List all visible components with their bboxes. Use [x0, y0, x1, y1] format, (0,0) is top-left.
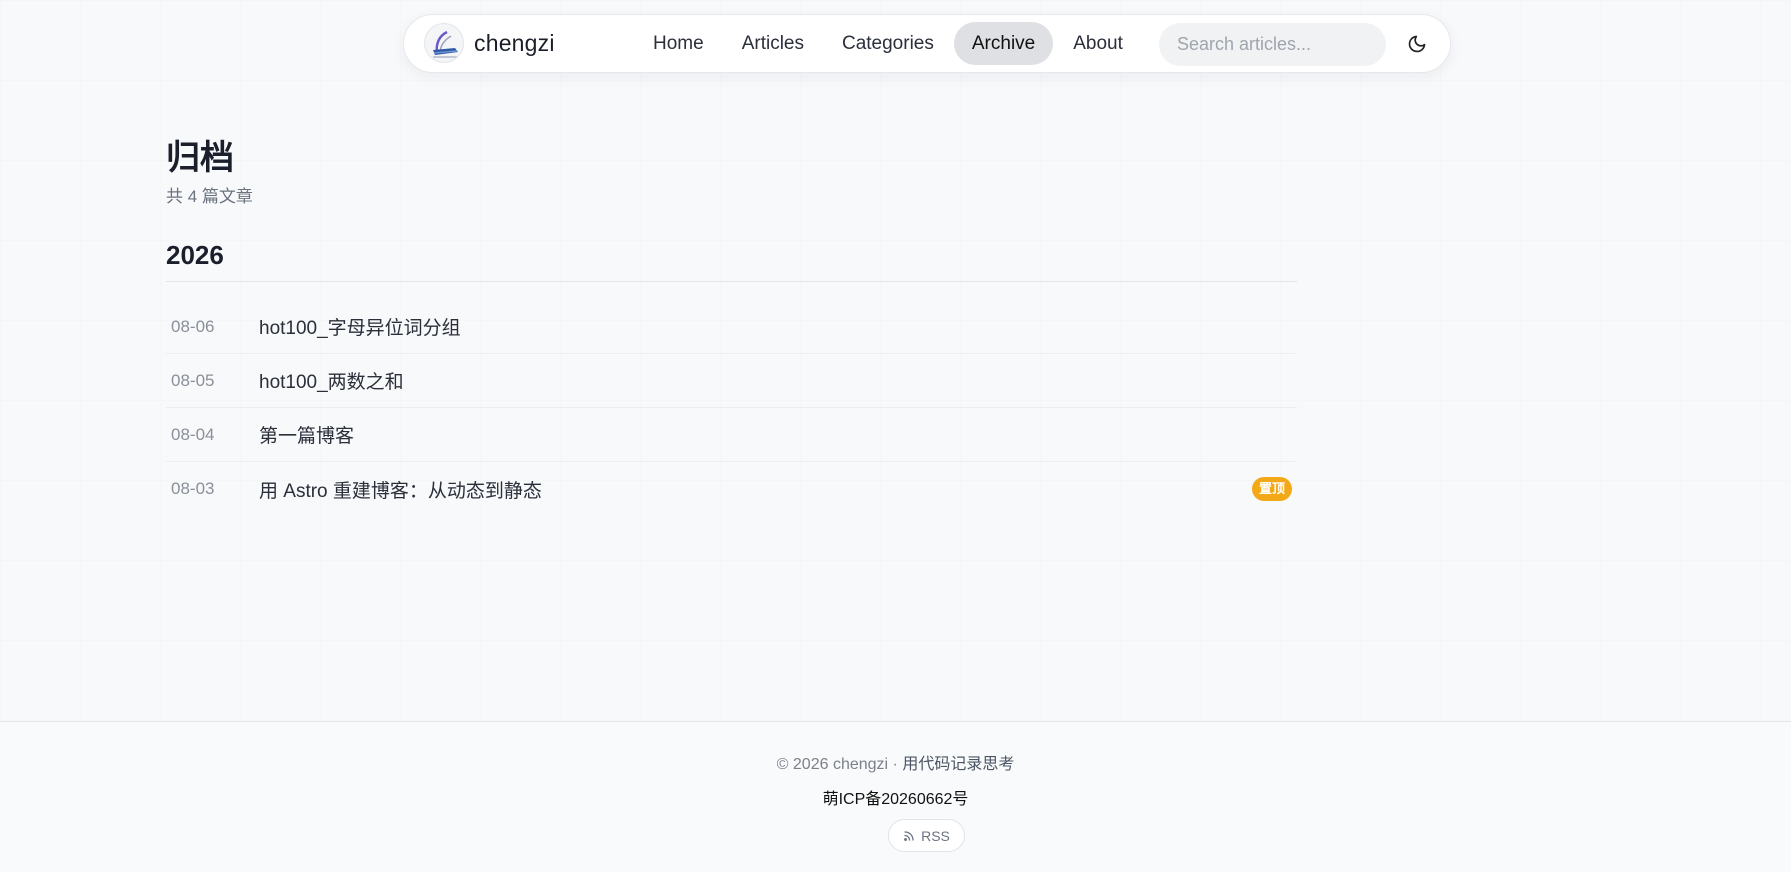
footer-tagline: 用代码记录思考: [902, 756, 1015, 773]
post-date: 08-04: [171, 424, 215, 444]
nav-home[interactable]: Home: [635, 22, 722, 65]
post-title[interactable]: 第一篇博客: [259, 421, 354, 448]
top-navbar: chengzi Home Articles Categories Archive…: [403, 14, 1451, 73]
post-date: 08-03: [171, 479, 215, 498]
site-logo: [424, 23, 464, 63]
post-item[interactable]: 08-05 hot100_两数之和: [166, 354, 1297, 408]
post-item[interactable]: 08-04 第一篇博客: [166, 408, 1297, 462]
post-count: 共 4 篇文章: [166, 187, 253, 206]
post-item[interactable]: 08-06 hot100_字母异位词分组: [166, 300, 1297, 354]
brand-name: chengzi: [474, 29, 555, 56]
brand-link[interactable]: chengzi: [424, 23, 555, 63]
site-footer: © 2026 chengzi · 用代码记录思考 萌ICP备20260662号 …: [0, 721, 1791, 872]
rss-button[interactable]: RSS: [888, 819, 965, 852]
rss-label: RSS: [921, 827, 950, 844]
year-heading: 2026: [166, 240, 224, 270]
nav-links: Home Articles Categories Archive About: [635, 22, 1141, 65]
post-list: 08-06 hot100_字母异位词分组 08-05 hot100_两数之和 0…: [166, 300, 1297, 516]
pinned-badge: 置顶: [1251, 477, 1292, 501]
post-title[interactable]: 用 Astro 重建博客：从动态到静态: [259, 476, 542, 503]
rss-icon: [904, 830, 914, 841]
post-item[interactable]: 08-03 用 Astro 重建博客：从动态到静态 置顶: [166, 462, 1297, 516]
icp-link[interactable]: 萌ICP备20260662号: [0, 785, 1791, 809]
nav-categories[interactable]: Categories: [824, 22, 952, 65]
nav-archive[interactable]: Archive: [953, 22, 1054, 65]
post-title[interactable]: hot100_两数之和: [259, 367, 404, 394]
post-title[interactable]: hot100_字母异位词分组: [259, 313, 461, 340]
nav-articles[interactable]: Articles: [724, 22, 822, 65]
search-input[interactable]: [1159, 23, 1386, 66]
moon-icon: [1408, 35, 1426, 53]
post-date: 08-05: [171, 370, 215, 390]
divider: [166, 281, 1297, 282]
theme-toggle-button[interactable]: [1402, 29, 1432, 59]
copyright: © 2026 chengzi · 用代码记录思考: [0, 750, 1791, 774]
page-title: 归档: [166, 139, 234, 177]
post-date: 08-06: [171, 316, 215, 336]
copyright-text: © 2026 chengzi ·: [776, 756, 903, 773]
nav-about[interactable]: About: [1055, 22, 1141, 65]
